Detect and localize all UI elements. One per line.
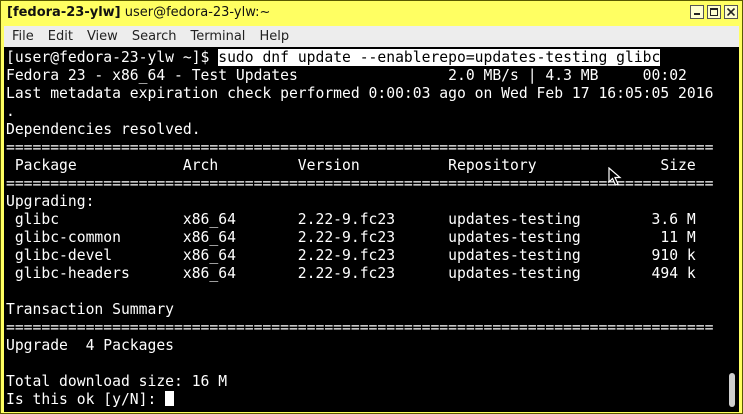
output-line: Last metadata expiration check performed…: [6, 85, 714, 102]
menu-view[interactable]: View: [80, 26, 125, 47]
maximize-button[interactable]: [707, 5, 721, 19]
section-heading: Upgrading:: [6, 193, 95, 210]
close-button[interactable]: [724, 5, 738, 19]
section-heading: Transaction Summary: [6, 301, 175, 318]
menu-file[interactable]: File: [4, 26, 41, 47]
selected-command: sudo dnf update --enablerepo=updates-tes…: [218, 49, 661, 66]
package-row: glibc-headers x86_64 2.22-9.fc23 updates…: [6, 265, 696, 282]
mouse-pointer-icon: [608, 167, 622, 186]
menu-search[interactable]: Search: [125, 26, 184, 47]
menu-terminal[interactable]: Terminal: [183, 26, 252, 47]
window-title-host: user@fedora-23-ylw:~: [120, 5, 271, 20]
menu-bar: File Edit View Search Terminal Help: [4, 26, 739, 47]
download-size-line: Total download size: 16 M: [6, 373, 228, 390]
output-line: .: [6, 103, 15, 120]
summary-line: Upgrade 4 Packages: [6, 337, 175, 354]
output-line: Dependencies resolved.: [6, 121, 201, 138]
shell-prompt: [user@fedora-23-ylw ~]$: [6, 49, 219, 66]
package-row: glibc x86_64 2.22-9.fc23 updates-testing…: [6, 211, 696, 228]
confirm-prompt: Is this ok [y/N]:: [6, 391, 166, 408]
confirm-prompt-line: Is this ok [y/N]:: [6, 391, 713, 409]
terminal-area[interactable]: [user@fedora-23-ylw ~]$ sudo dnf update …: [4, 47, 739, 412]
package-row: glibc-devel x86_64 2.22-9.fc23 updates-t…: [6, 247, 696, 264]
menu-edit[interactable]: Edit: [41, 26, 80, 47]
output-line: Fedora 23 - x86_64 - Test Updates 2.0 MB…: [6, 67, 687, 84]
scrollbar-thumb[interactable]: [729, 373, 735, 407]
window-controls: [690, 5, 738, 19]
close-icon: [727, 8, 735, 16]
minimize-button[interactable]: [690, 5, 704, 19]
window-title: [fedora-23-ylw] user@fedora-23-ylw:~: [7, 5, 270, 20]
command-line: [user@fedora-23-ylw ~]$ sudo dnf update …: [6, 49, 713, 67]
terminal-output: [user@fedora-23-ylw ~]$ sudo dnf update …: [6, 49, 713, 409]
terminal-window: [fedora-23-ylw] user@fedora-23-ylw:~ Fil…: [0, 0, 743, 414]
separator-line: ========================================…: [6, 319, 714, 336]
title-bar[interactable]: [fedora-23-ylw] user@fedora-23-ylw:~: [1, 1, 742, 25]
text-cursor: [165, 391, 175, 406]
separator-line: ========================================…: [6, 139, 714, 156]
window-title-qube: [fedora-23-ylw]: [7, 5, 121, 20]
vertical-scrollbar[interactable]: [726, 47, 739, 412]
package-row: glibc-common x86_64 2.22-9.fc23 updates-…: [6, 229, 696, 246]
menu-help[interactable]: Help: [252, 26, 296, 47]
